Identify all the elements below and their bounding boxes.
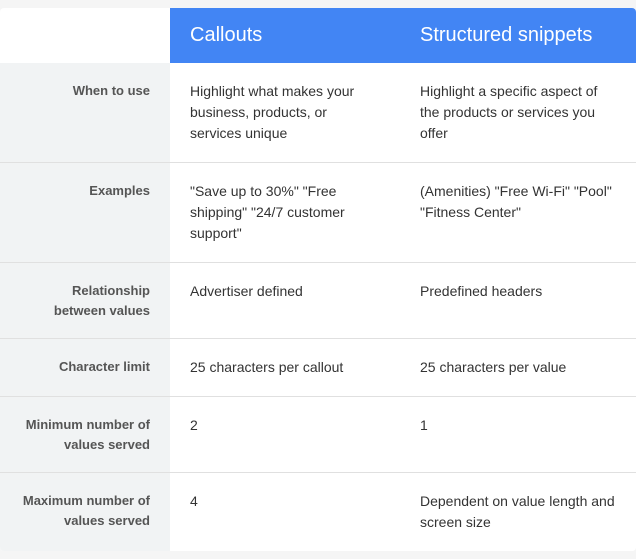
- snippets-relationship: Predefined headers: [400, 263, 636, 339]
- label-character-limit: Character limit: [0, 339, 170, 397]
- label-minimum-values: Minimum number of values served: [0, 397, 170, 473]
- snippets-character-limit: 25 characters per value: [400, 339, 636, 397]
- header-callouts: Callouts: [170, 8, 400, 63]
- snippets-examples: (Amenities) "Free Wi-Fi" "Pool" "Fitness…: [400, 163, 636, 263]
- snippets-minimum-values: 1: [400, 397, 636, 473]
- callouts-maximum-values: 4: [170, 473, 400, 552]
- callouts-minimum-values: 2: [170, 397, 400, 473]
- label-examples: Examples: [0, 163, 170, 263]
- callouts-when-to-use: Highlight what makes your business, prod…: [170, 63, 400, 163]
- callouts-relationship: Advertiser defined: [170, 263, 400, 339]
- header-empty: [0, 8, 170, 63]
- label-when-to-use: When to use: [0, 63, 170, 163]
- row-examples: Examples"Save up to 30%" "Free shipping"…: [0, 163, 636, 263]
- snippets-when-to-use: Highlight a specific aspect of the produ…: [400, 63, 636, 163]
- callouts-character-limit: 25 characters per callout: [170, 339, 400, 397]
- row-character-limit: Character limit25 characters per callout…: [0, 339, 636, 397]
- row-minimum-values: Minimum number of values served21: [0, 397, 636, 473]
- snippets-maximum-values: Dependent on value length and screen siz…: [400, 473, 636, 552]
- label-relationship: Relationship between values: [0, 263, 170, 339]
- header-structured-snippets: Structured snippets: [400, 8, 636, 63]
- row-maximum-values: Maximum number of values served4Dependen…: [0, 473, 636, 552]
- label-maximum-values: Maximum number of values served: [0, 473, 170, 552]
- row-relationship: Relationship between valuesAdvertiser de…: [0, 263, 636, 339]
- row-when-to-use: When to useHighlight what makes your bus…: [0, 63, 636, 163]
- comparison-table: Callouts Structured snippets When to use…: [0, 8, 636, 551]
- callouts-examples: "Save up to 30%" "Free shipping" "24/7 c…: [170, 163, 400, 263]
